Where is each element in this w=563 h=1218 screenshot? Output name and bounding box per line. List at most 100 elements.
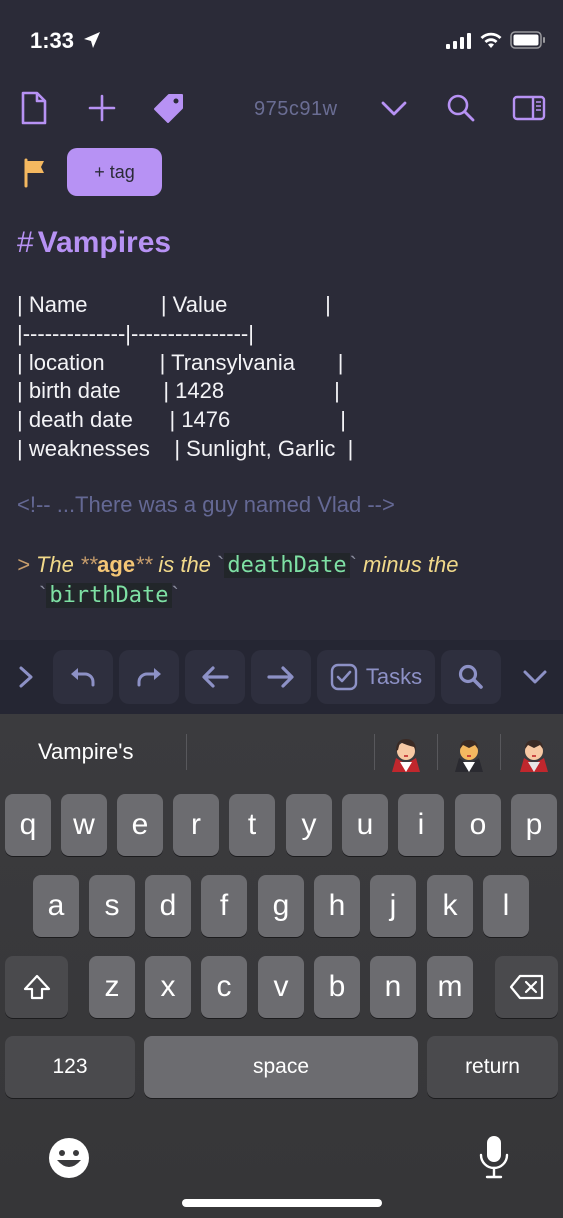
key-r[interactable]: r — [173, 794, 219, 856]
keyboard-accessory-bar: Tasks — [0, 640, 563, 714]
key-d[interactable]: d — [145, 875, 191, 937]
editor-toolbar: 975c91w — [0, 82, 563, 136]
cursor-left-button[interactable] — [185, 650, 245, 704]
html-comment: <!-- ...There was a guy named Vlad --> — [17, 492, 395, 517]
key-u[interactable]: u — [342, 794, 388, 856]
space-key[interactable]: space — [144, 1036, 418, 1098]
table-line: | location | Transylvania | — [17, 350, 344, 375]
suggestion-bar: Vampire's — [0, 714, 563, 790]
key-m[interactable]: m — [427, 956, 473, 1018]
undo-button[interactable] — [53, 650, 113, 704]
backspace-icon — [509, 974, 543, 1000]
code-tick: ` — [349, 552, 357, 577]
quote-text: is the — [158, 552, 211, 577]
vampire-man-emoji-icon[interactable] — [516, 736, 552, 772]
cellular-signal-icon — [446, 33, 471, 49]
tasks-label: Tasks — [365, 664, 423, 689]
shift-key[interactable] — [5, 956, 68, 1018]
bold-text: age — [97, 552, 136, 577]
key-c[interactable]: c — [201, 956, 247, 1018]
key-k[interactable]: k — [427, 875, 473, 937]
vampire-woman-emoji-icon[interactable] — [388, 736, 424, 772]
add-icon[interactable] — [88, 90, 116, 126]
key-p[interactable]: p — [511, 794, 557, 856]
suggestion-divider — [186, 734, 187, 770]
backspace-key[interactable] — [495, 956, 558, 1018]
tag-icon[interactable] — [152, 90, 186, 126]
key-x[interactable]: x — [145, 956, 191, 1018]
battery-icon — [510, 31, 545, 49]
bold-marker: ** — [135, 552, 153, 577]
sidebar-toggle-icon[interactable] — [512, 90, 546, 126]
heading-hash: # — [17, 226, 34, 259]
key-w[interactable]: w — [61, 794, 107, 856]
code-tick: ` — [171, 582, 179, 607]
suggestion-divider — [437, 734, 438, 770]
search-icon — [458, 664, 483, 689]
key-o[interactable]: o — [455, 794, 501, 856]
blockquote: > The **age** is the ` deathDate ` minus t… — [17, 550, 547, 610]
table-line: |--------------|----------------| — [17, 321, 254, 346]
chevron-right-icon — [19, 666, 33, 688]
commit-hash[interactable]: 975c91w — [254, 98, 338, 121]
key-z[interactable]: z — [89, 956, 135, 1018]
microphone-icon[interactable] — [478, 1134, 510, 1180]
suggestion-divider — [374, 734, 375, 770]
file-icon[interactable] — [20, 90, 48, 126]
key-g[interactable]: g — [258, 875, 304, 937]
status-bar: 1:33 — [0, 0, 563, 82]
add-tag-button[interactable]: + tag — [67, 148, 162, 196]
flag-icon[interactable] — [22, 158, 48, 188]
quote-text: The — [35, 552, 74, 577]
keyboard: Vampire's q w e r t y u i o p a s d f g … — [0, 714, 563, 1218]
key-y[interactable]: y — [286, 794, 332, 856]
key-i[interactable]: i — [398, 794, 444, 856]
arrow-left-icon — [202, 666, 229, 688]
redo-icon — [137, 668, 161, 687]
heading-text: Vampires — [37, 226, 172, 259]
return-key[interactable]: return — [427, 1036, 558, 1098]
checkbox-icon — [330, 663, 358, 691]
status-time: 1:33 — [30, 28, 75, 53]
tasks-button[interactable]: Tasks — [317, 650, 435, 704]
vampire-emoji-icon[interactable] — [451, 736, 487, 772]
suggestion-word[interactable]: Vampire's — [38, 739, 134, 765]
bold-marker: ** — [80, 552, 98, 577]
table-line: | death date | 1476 | — [17, 407, 346, 432]
key-s[interactable]: s — [89, 875, 135, 937]
table-line: | birth date | 1428 | — [17, 378, 340, 403]
note-heading: # Vampires — [17, 226, 171, 260]
quote-marker: > — [17, 552, 30, 577]
shift-icon — [23, 974, 50, 1000]
search-icon[interactable] — [446, 90, 476, 126]
emoji-keyboard-icon[interactable] — [47, 1136, 91, 1180]
quote-text: minus the — [363, 552, 459, 577]
numbers-key[interactable]: 123 — [5, 1036, 135, 1098]
chevron-down-icon[interactable] — [380, 90, 408, 126]
cursor-right-button[interactable] — [251, 650, 311, 704]
inline-code: deathDate — [224, 553, 350, 578]
redo-button[interactable] — [119, 650, 179, 704]
expand-button[interactable] — [6, 650, 46, 704]
arrow-right-icon — [267, 666, 294, 688]
chevron-down-icon — [523, 670, 547, 684]
key-f[interactable]: f — [201, 875, 247, 937]
location-arrow-icon — [84, 32, 100, 48]
key-v[interactable]: v — [258, 956, 304, 1018]
key-e[interactable]: e — [117, 794, 163, 856]
key-a[interactable]: a — [33, 875, 79, 937]
table-line: | weaknesses | Sunlight, Garlic | — [17, 436, 354, 461]
key-l[interactable]: l — [483, 875, 529, 937]
suggestion-divider — [500, 734, 501, 770]
key-t[interactable]: t — [229, 794, 275, 856]
key-b[interactable]: b — [314, 956, 360, 1018]
dismiss-keyboard-button[interactable] — [512, 650, 558, 704]
key-n[interactable]: n — [370, 956, 416, 1018]
key-h[interactable]: h — [314, 875, 360, 937]
find-button[interactable] — [441, 650, 501, 704]
wifi-icon — [480, 32, 502, 48]
home-indicator[interactable] — [182, 1199, 382, 1207]
key-j[interactable]: j — [370, 875, 416, 937]
key-q[interactable]: q — [5, 794, 51, 856]
inline-code: birthDate — [46, 583, 172, 608]
